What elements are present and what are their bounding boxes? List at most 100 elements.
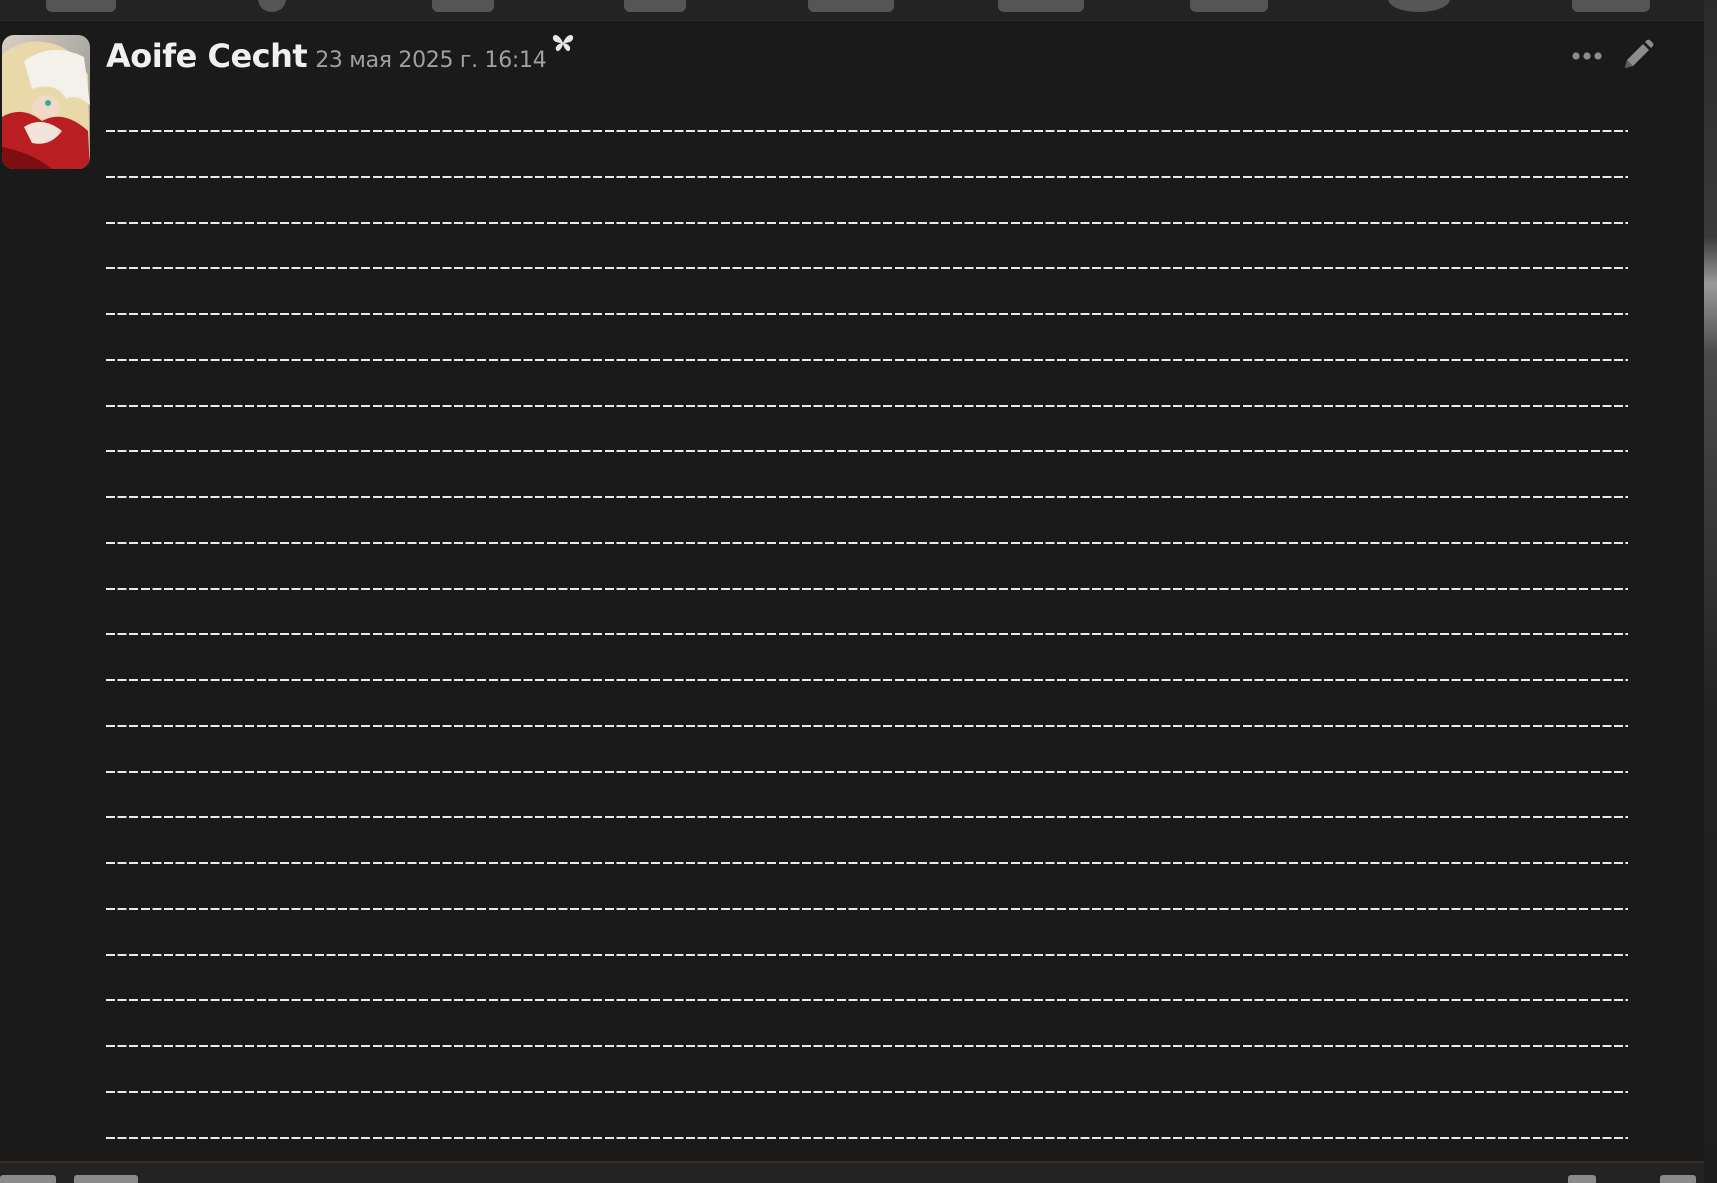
message-line-text: ----------------------------------------… [106, 252, 1628, 276]
avatar[interactable] [2, 35, 90, 169]
message-line: ----------------------------------------… [106, 984, 1628, 1030]
message-line: ----------------------------------------… [106, 527, 1628, 573]
more-horizontal-icon [1572, 52, 1602, 60]
message-line-text: ----------------------------------------… [106, 893, 1628, 917]
dash-rule [106, 1045, 1628, 1047]
magic-wand-icon[interactable] [74, 1175, 138, 1183]
message-actions [1568, 37, 1656, 75]
toolbar-icon[interactable] [808, 0, 894, 12]
message-timestamp: 23 мая 2025 г. 16:14 [315, 48, 547, 73]
dash-rule [106, 404, 1628, 407]
message-line: ----------------------------------------… [106, 1030, 1628, 1076]
chat-message: Aoife Cecht 23 мая 2025 г. 16:14 [0, 21, 1680, 1161]
butterfly-icon [552, 33, 574, 53]
message-line: ----------------------------------------… [106, 390, 1628, 436]
message-line-text: ----------------------------------------… [106, 344, 1628, 368]
dash-rule [106, 358, 1628, 361]
message-line: ----------------------------------------… [106, 115, 1628, 161]
message-line: ----------------------------------------… [106, 1076, 1628, 1122]
dash-rule [106, 175, 1628, 178]
toolbar-icon[interactable] [46, 0, 116, 12]
message-line-text: ----------------------------------------… [106, 115, 1628, 139]
message-line: ----------------------------------------… [106, 618, 1628, 664]
dash-rule [106, 541, 1628, 544]
message-line-text: ----------------------------------------… [106, 527, 1628, 551]
message-line-text: ----------------------------------------… [106, 618, 1628, 642]
chat-input-bar [0, 1161, 1704, 1183]
message-line-text: ----------------------------------------… [106, 1030, 1628, 1054]
message-line: ----------------------------------------… [106, 801, 1628, 847]
toolbar-icon[interactable] [1572, 0, 1650, 12]
message-line-text: ----------------------------------------… [106, 1122, 1628, 1146]
message-line-text: ----------------------------------------… [106, 756, 1628, 780]
message-line: ----------------------------------------… [106, 710, 1628, 756]
message-line: ----------------------------------------… [106, 435, 1628, 481]
message-line-text: ----------------------------------------… [106, 298, 1628, 322]
message-line-text: ----------------------------------------… [106, 801, 1628, 825]
avatar-image [2, 35, 90, 169]
chat-log: Aoife Cecht 23 мая 2025 г. 16:14 [0, 21, 1704, 1161]
message-line-text: ----------------------------------------… [106, 435, 1628, 459]
menu-icon[interactable] [0, 1175, 56, 1183]
dash-rule [106, 1136, 1628, 1139]
message-line: ----------------------------------------… [106, 252, 1628, 298]
message-line-text: ----------------------------------------… [106, 161, 1628, 185]
message-line-text: ----------------------------------------… [106, 984, 1628, 1008]
message-line-text: ----------------------------------------… [106, 573, 1628, 597]
toolbar-icon[interactable] [258, 0, 286, 12]
dash-rule [106, 496, 1628, 498]
dash-rule [106, 907, 1628, 910]
message-line: ----------------------------------------… [106, 893, 1628, 939]
message-line: ----------------------------------------… [106, 847, 1628, 893]
toolbar-icon[interactable] [624, 0, 686, 12]
edit-icon[interactable] [1568, 1175, 1596, 1183]
dash-rule [106, 862, 1628, 864]
message-line-text: ----------------------------------------… [106, 390, 1628, 414]
dash-rule [106, 770, 1628, 773]
dash-rule [106, 999, 1628, 1002]
message-line: ----------------------------------------… [106, 481, 1628, 527]
message-line: ----------------------------------------… [106, 756, 1628, 802]
toolbar-icon[interactable] [998, 0, 1084, 12]
toolbar-icon[interactable] [432, 0, 494, 12]
author-name[interactable]: Aoife Cecht [106, 37, 308, 75]
message-line-text: ----------------------------------------… [106, 481, 1628, 505]
dash-rule [106, 816, 1628, 819]
message-body: ----------------------------------------… [106, 115, 1628, 1161]
toolbar-icon[interactable] [1190, 0, 1268, 12]
pencil-icon [1625, 39, 1654, 68]
message-line: ----------------------------------------… [106, 573, 1628, 619]
message-line-text: ----------------------------------------… [106, 939, 1628, 963]
message-line-text: ----------------------------------------… [106, 1076, 1628, 1100]
dash-rule [106, 267, 1628, 270]
background-artwork [1704, 0, 1717, 1183]
message-line: ----------------------------------------… [106, 1122, 1628, 1162]
message-line-text: ----------------------------------------… [106, 664, 1628, 688]
dash-rule [106, 130, 1628, 132]
chat-app-window: Aoife Cecht 23 мая 2025 г. 16:14 [0, 0, 1717, 1183]
message-line-text: ----------------------------------------… [106, 710, 1628, 734]
dash-rule [106, 679, 1628, 681]
message-line-text: ----------------------------------------… [106, 847, 1628, 871]
dash-rule [106, 587, 1628, 590]
message-line: ----------------------------------------… [106, 664, 1628, 710]
more-options-button[interactable] [1568, 37, 1606, 75]
message-line-text: ----------------------------------------… [106, 207, 1628, 231]
message-line: ----------------------------------------… [106, 161, 1628, 207]
message-line: ----------------------------------------… [106, 939, 1628, 985]
message-line: ----------------------------------------… [106, 207, 1628, 253]
dash-rule [106, 450, 1628, 453]
message-line: ----------------------------------------… [106, 344, 1628, 390]
send-icon[interactable] [1660, 1175, 1696, 1183]
dash-rule [106, 953, 1628, 956]
dash-rule [106, 1090, 1628, 1093]
dash-rule [106, 633, 1628, 636]
message-header: Aoife Cecht 23 мая 2025 г. 16:14 [106, 35, 574, 81]
message-line: ----------------------------------------… [106, 298, 1628, 344]
top-toolbar [0, 0, 1704, 21]
dash-rule [106, 724, 1628, 727]
dash-rule [106, 313, 1628, 315]
edit-message-button[interactable] [1618, 37, 1656, 75]
dash-rule [106, 221, 1628, 224]
toolbar-icon[interactable] [1388, 0, 1450, 12]
